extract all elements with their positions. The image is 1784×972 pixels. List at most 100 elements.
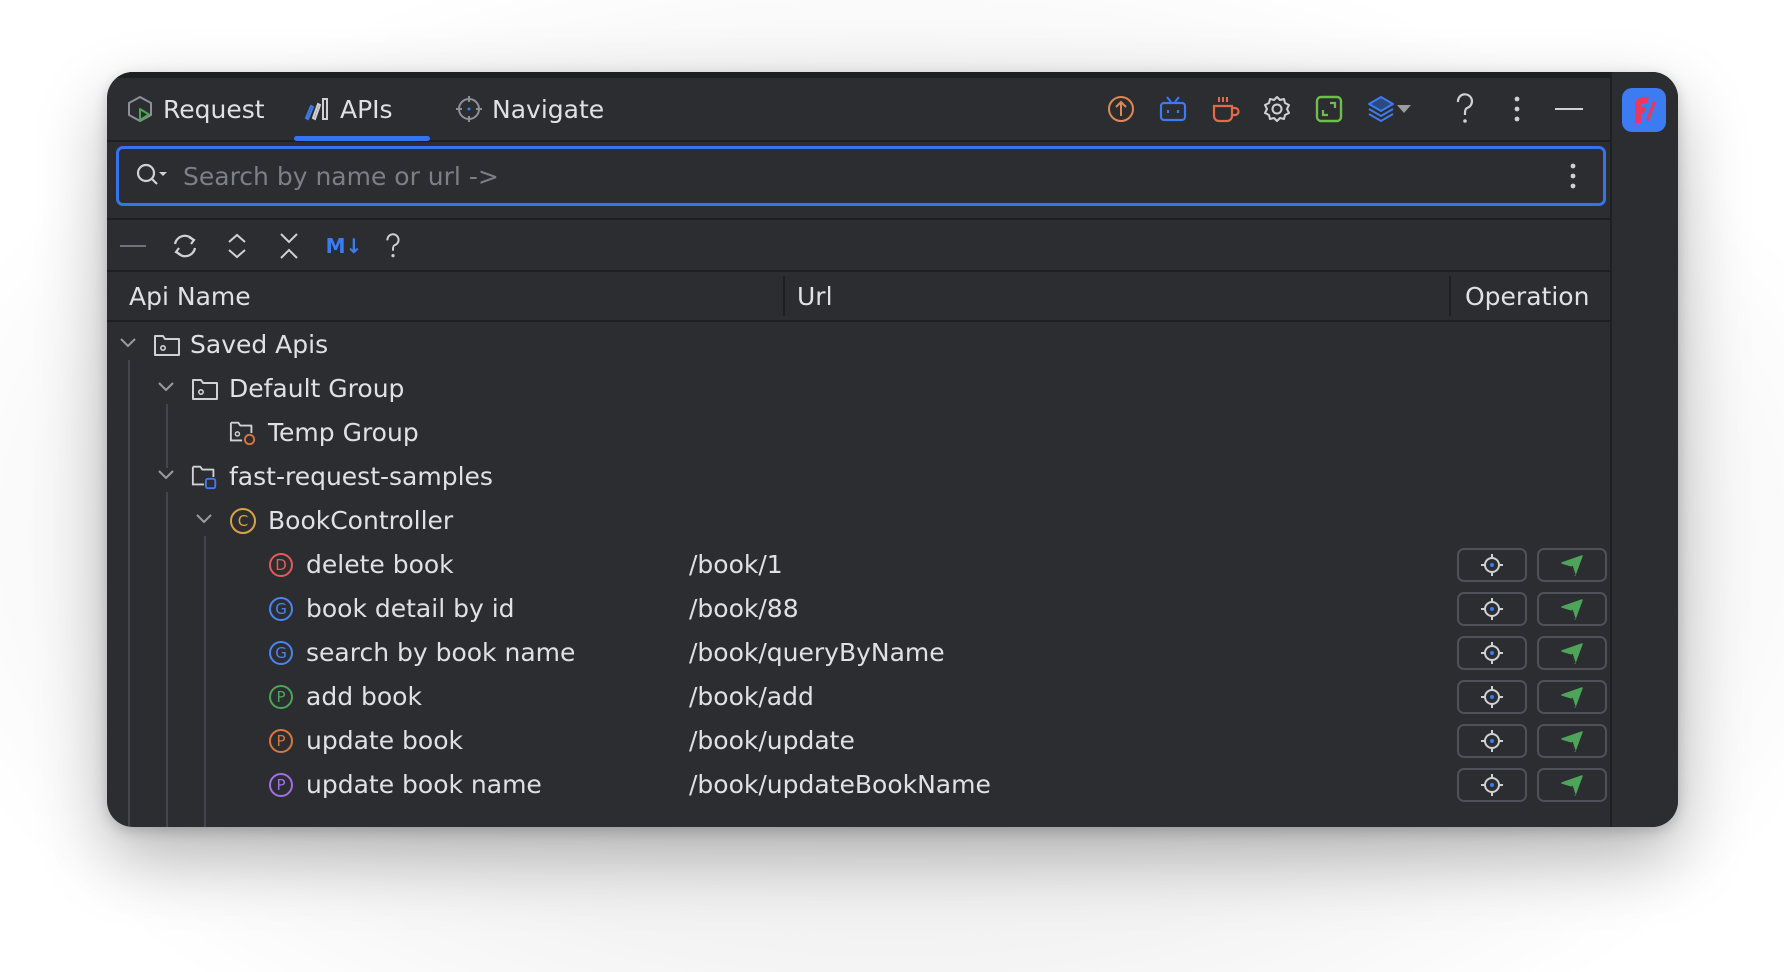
tree-node-project[interactable]: fast-request-samples [107, 454, 1610, 498]
locate-button[interactable] [1457, 636, 1527, 670]
folder-icon [153, 331, 181, 359]
method-delete-icon: D [267, 551, 295, 579]
toolbar-help-icon[interactable] [376, 229, 410, 263]
api-url: /book/add [689, 681, 814, 711]
send-request-button[interactable] [1537, 636, 1607, 670]
apis-bars-icon [302, 94, 332, 124]
search-options-icon[interactable] [1555, 158, 1591, 194]
search-input[interactable] [181, 160, 1555, 192]
expand-frame-icon[interactable] [1313, 93, 1345, 125]
locate-button[interactable] [1457, 724, 1527, 758]
right-tool-strip [1610, 72, 1678, 827]
tree-node-label: Default Group [229, 373, 405, 403]
tab-request[interactable]: Request [125, 78, 265, 140]
fast-request-logo-icon [1635, 97, 1656, 123]
collapse-all-icon[interactable] [272, 229, 306, 263]
send-request-button[interactable] [1537, 768, 1607, 802]
api-url: /book/88 [689, 593, 799, 623]
method-badge: G [269, 597, 293, 621]
api-url: /book/1 [689, 549, 783, 579]
locate-crosshair-icon [1481, 642, 1503, 664]
fast-request-logo-button[interactable] [1622, 88, 1666, 132]
column-divider[interactable] [1449, 276, 1451, 316]
api-row[interactable]: G search by book name /book/queryByName [107, 630, 1610, 674]
locate-crosshair-icon [1481, 686, 1503, 708]
chevron-down-icon[interactable] [155, 376, 177, 398]
tree-node-temp-group[interactable]: Temp Group [107, 410, 1610, 454]
column-header-url[interactable]: Url [797, 272, 833, 320]
locate-button[interactable] [1457, 680, 1527, 714]
method-post-icon: P [267, 683, 295, 711]
locate-button[interactable] [1457, 768, 1527, 802]
method-badge: P [269, 773, 293, 797]
main-panel: Request APIs Navigate Search by name or … [107, 72, 1610, 827]
send-arrow-icon [1561, 643, 1583, 664]
api-name: update book [306, 725, 463, 755]
send-request-button[interactable] [1537, 724, 1607, 758]
tree-node-label: Temp Group [268, 417, 419, 447]
locate-crosshair-icon [1481, 554, 1503, 576]
tab-navigate-label: Navigate [492, 94, 605, 124]
minimize-icon[interactable] [1553, 93, 1585, 125]
temp-folder-icon [229, 419, 257, 447]
locate-button[interactable] [1457, 548, 1527, 582]
send-arrow-icon [1561, 731, 1583, 752]
api-row[interactable]: D delete book /book/1 [107, 542, 1610, 586]
method-badge: P [269, 685, 293, 709]
column-divider[interactable] [783, 276, 785, 316]
api-name: add book [306, 681, 422, 711]
send-request-button[interactable] [1537, 680, 1607, 714]
collapse-line-icon[interactable] [116, 229, 150, 263]
more-vertical-icon[interactable] [1501, 93, 1533, 125]
api-row[interactable]: P add book /book/add [107, 674, 1610, 718]
tab-bar: Request APIs Navigate [107, 78, 1610, 142]
tree-node-label: Saved Apis [190, 329, 329, 359]
search-field[interactable] [116, 146, 1606, 206]
help-icon[interactable] [1449, 93, 1481, 125]
tree-node-label: fast-request-samples [229, 461, 493, 491]
locate-button[interactable] [1457, 592, 1527, 626]
tree-node-controller[interactable]: C BookController [107, 498, 1610, 542]
api-row[interactable]: P update book /book/update [107, 718, 1610, 762]
tab-navigate[interactable]: Navigate [454, 78, 604, 140]
send-arrow-icon [1561, 555, 1583, 576]
refresh-icon[interactable] [168, 229, 202, 263]
api-name: update book name [306, 769, 542, 799]
active-tab-indicator [294, 136, 430, 141]
send-request-button[interactable] [1537, 592, 1607, 626]
dropdown-arrow-icon[interactable] [1393, 93, 1415, 125]
project-folder-icon [191, 463, 219, 491]
tree-toolbar: M↓ [107, 220, 1610, 270]
search-icon[interactable] [135, 161, 171, 191]
upload-icon[interactable] [1105, 93, 1137, 125]
coffee-cup-icon[interactable] [1209, 93, 1241, 125]
expand-all-icon[interactable] [220, 229, 254, 263]
tab-apis[interactable]: APIs [302, 78, 393, 140]
markdown-export-icon[interactable]: M↓ [324, 229, 364, 263]
api-name: book detail by id [306, 593, 515, 623]
chevron-down-icon[interactable] [155, 464, 177, 486]
column-header-api-name[interactable]: Api Name [129, 272, 251, 320]
method-badge: P [269, 729, 293, 753]
locate-crosshair-icon [1481, 730, 1503, 752]
api-url: /book/updateBookName [689, 769, 991, 799]
method-patch-icon: P [267, 771, 295, 799]
gear-icon[interactable] [1261, 93, 1293, 125]
fast-request-tool-window: Request APIs Navigate Search by name or … [107, 72, 1678, 827]
send-request-button[interactable] [1537, 548, 1607, 582]
api-url: /book/update [689, 725, 855, 755]
column-header-operation[interactable]: Operation [1465, 272, 1589, 320]
request-shield-play-icon [125, 94, 155, 124]
bilibili-tv-icon[interactable] [1157, 93, 1189, 125]
api-url: /book/queryByName [689, 637, 945, 667]
chevron-down-icon[interactable] [193, 508, 215, 530]
folder-icon [191, 375, 219, 403]
chevron-down-icon[interactable] [117, 332, 139, 354]
method-get-icon: G [267, 639, 295, 667]
crosshair-icon [454, 94, 484, 124]
method-badge: D [269, 553, 293, 577]
api-row[interactable]: P update book name /book/updateBookName [107, 762, 1610, 806]
tree-node-default-group[interactable]: Default Group [107, 366, 1610, 410]
tree-node-saved-apis[interactable]: Saved Apis [107, 322, 1610, 366]
api-row[interactable]: G book detail by id /book/88 [107, 586, 1610, 630]
